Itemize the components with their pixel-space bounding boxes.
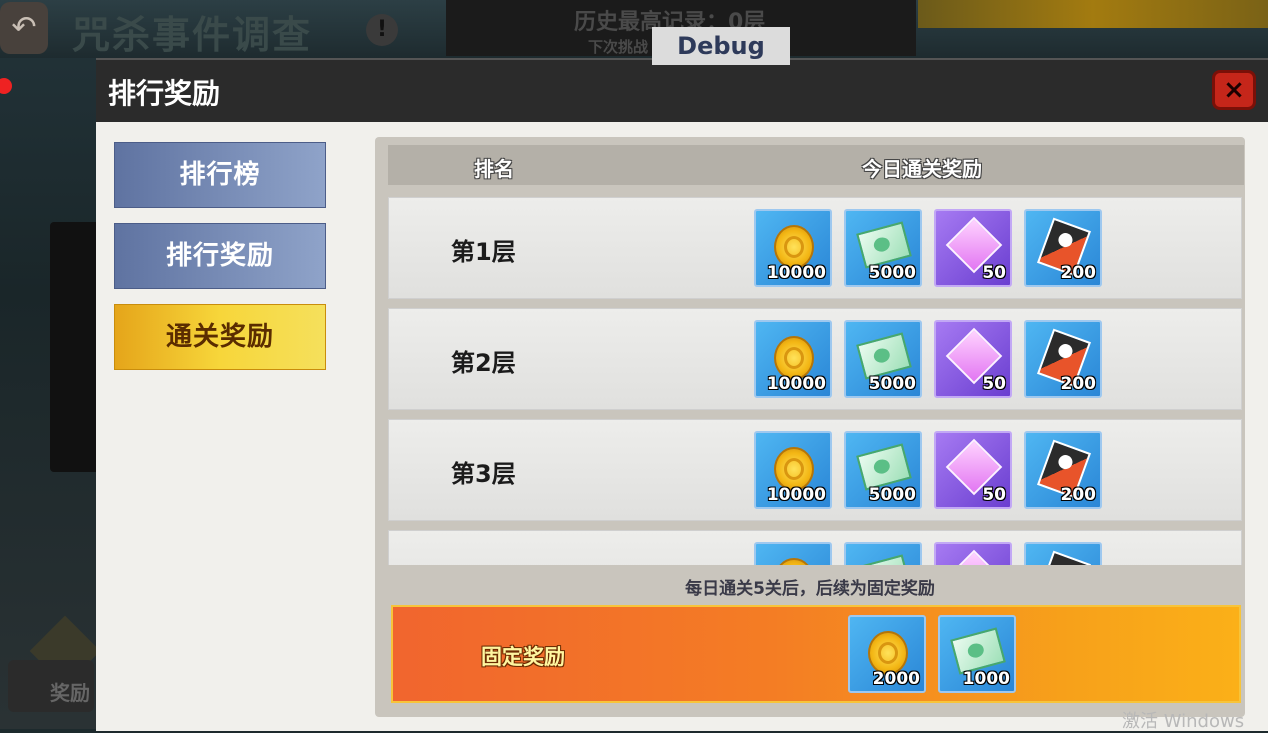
green-ticket-icon[interactable]: 5000 [844,320,922,398]
record-subtext: 下次挑战 [588,38,649,56]
item-quantity: 50 [982,374,1006,394]
table-header: 排名 今日通关奖励 [388,145,1244,185]
debug-button[interactable]: Debug [652,27,790,65]
table-row: 第1层 10000 5000 50 200 [388,197,1242,299]
card-icon[interactable] [1024,542,1102,565]
item-quantity: 5000 [868,485,916,505]
gold-coin-icon[interactable]: 10000 [754,320,832,398]
gold-coin-icon[interactable]: 10000 [754,431,832,509]
card-icon[interactable]: 200 [1024,209,1102,287]
reward-modal: 排行奖励 × 排行榜 排行奖励 通关奖励 排名 今日通关奖励 第1层 10000… [96,58,1268,731]
gold-coin-icon[interactable]: 10000 [754,209,832,287]
modal-title: 排行奖励 [108,77,221,110]
fixed-reward-label: 固定奖励 [481,645,565,669]
footer-note: 每日通关5关后，后续为固定奖励 [685,579,935,599]
back-arrow-icon[interactable]: ↶ [0,2,48,54]
green-ticket-icon[interactable]: 5000 [844,431,922,509]
game-title: 咒杀事件调查 [72,12,313,57]
item-quantity: 10000 [766,374,826,394]
floor-label: 第2层 [451,349,516,377]
gold-coin-icon[interactable] [754,542,832,565]
item-quantity: 1000 [962,669,1010,689]
gold-coin-icon[interactable]: 2000 [848,615,926,693]
reward-list[interactable]: 第1层 10000 5000 50 200 第2层 10000 5000 50 … [388,197,1244,565]
tab-leaderboard[interactable]: 排行榜 [114,142,326,208]
header-rank: 排名 [474,157,514,181]
reward-corner-button[interactable]: 奖励 [8,660,94,712]
header-reward: 今日通关奖励 [862,157,982,181]
purple-crystal-icon[interactable]: 50 [934,209,1012,287]
item-quantity: 50 [982,263,1006,283]
green-ticket-icon[interactable]: 1000 [938,615,1016,693]
table-row: 第3层 10000 5000 50 200 [388,419,1242,521]
purple-crystal-icon[interactable] [934,542,1012,565]
item-quantity: 5000 [868,263,916,283]
tab-clear-rewards[interactable]: 通关奖励 [114,304,326,370]
item-quantity: 10000 [766,263,826,283]
item-quantity: 10000 [766,485,826,505]
green-ticket-icon[interactable] [844,542,922,565]
table-row [388,530,1242,565]
top-right-banner [918,0,1268,28]
item-quantity: 50 [982,485,1006,505]
item-quantity: 200 [1060,374,1097,394]
reward-content-panel: 排名 今日通关奖励 第1层 10000 5000 50 200 第2层 1000… [375,137,1245,717]
item-quantity: 5000 [868,374,916,394]
card-icon[interactable]: 200 [1024,320,1102,398]
item-quantity: 200 [1060,485,1097,505]
purple-crystal-icon[interactable]: 50 [934,320,1012,398]
green-ticket-icon[interactable]: 5000 [844,209,922,287]
windows-watermark: 激活 Windows [1122,711,1245,732]
fixed-reward-bar: 固定奖励 2000 1000 [391,605,1241,703]
card-icon[interactable]: 200 [1024,431,1102,509]
tab-rank-rewards[interactable]: 排行奖励 [114,223,326,289]
modal-header: 排行奖励 × [96,60,1268,122]
floor-label: 第1层 [451,238,516,266]
purple-crystal-icon[interactable]: 50 [934,431,1012,509]
item-quantity: 200 [1060,263,1097,283]
floor-label: 第3层 [451,460,516,488]
item-quantity: 2000 [872,669,920,689]
close-button[interactable]: × [1212,70,1256,110]
info-icon[interactable]: ! [366,14,398,46]
table-row: 第2层 10000 5000 50 200 [388,308,1242,410]
